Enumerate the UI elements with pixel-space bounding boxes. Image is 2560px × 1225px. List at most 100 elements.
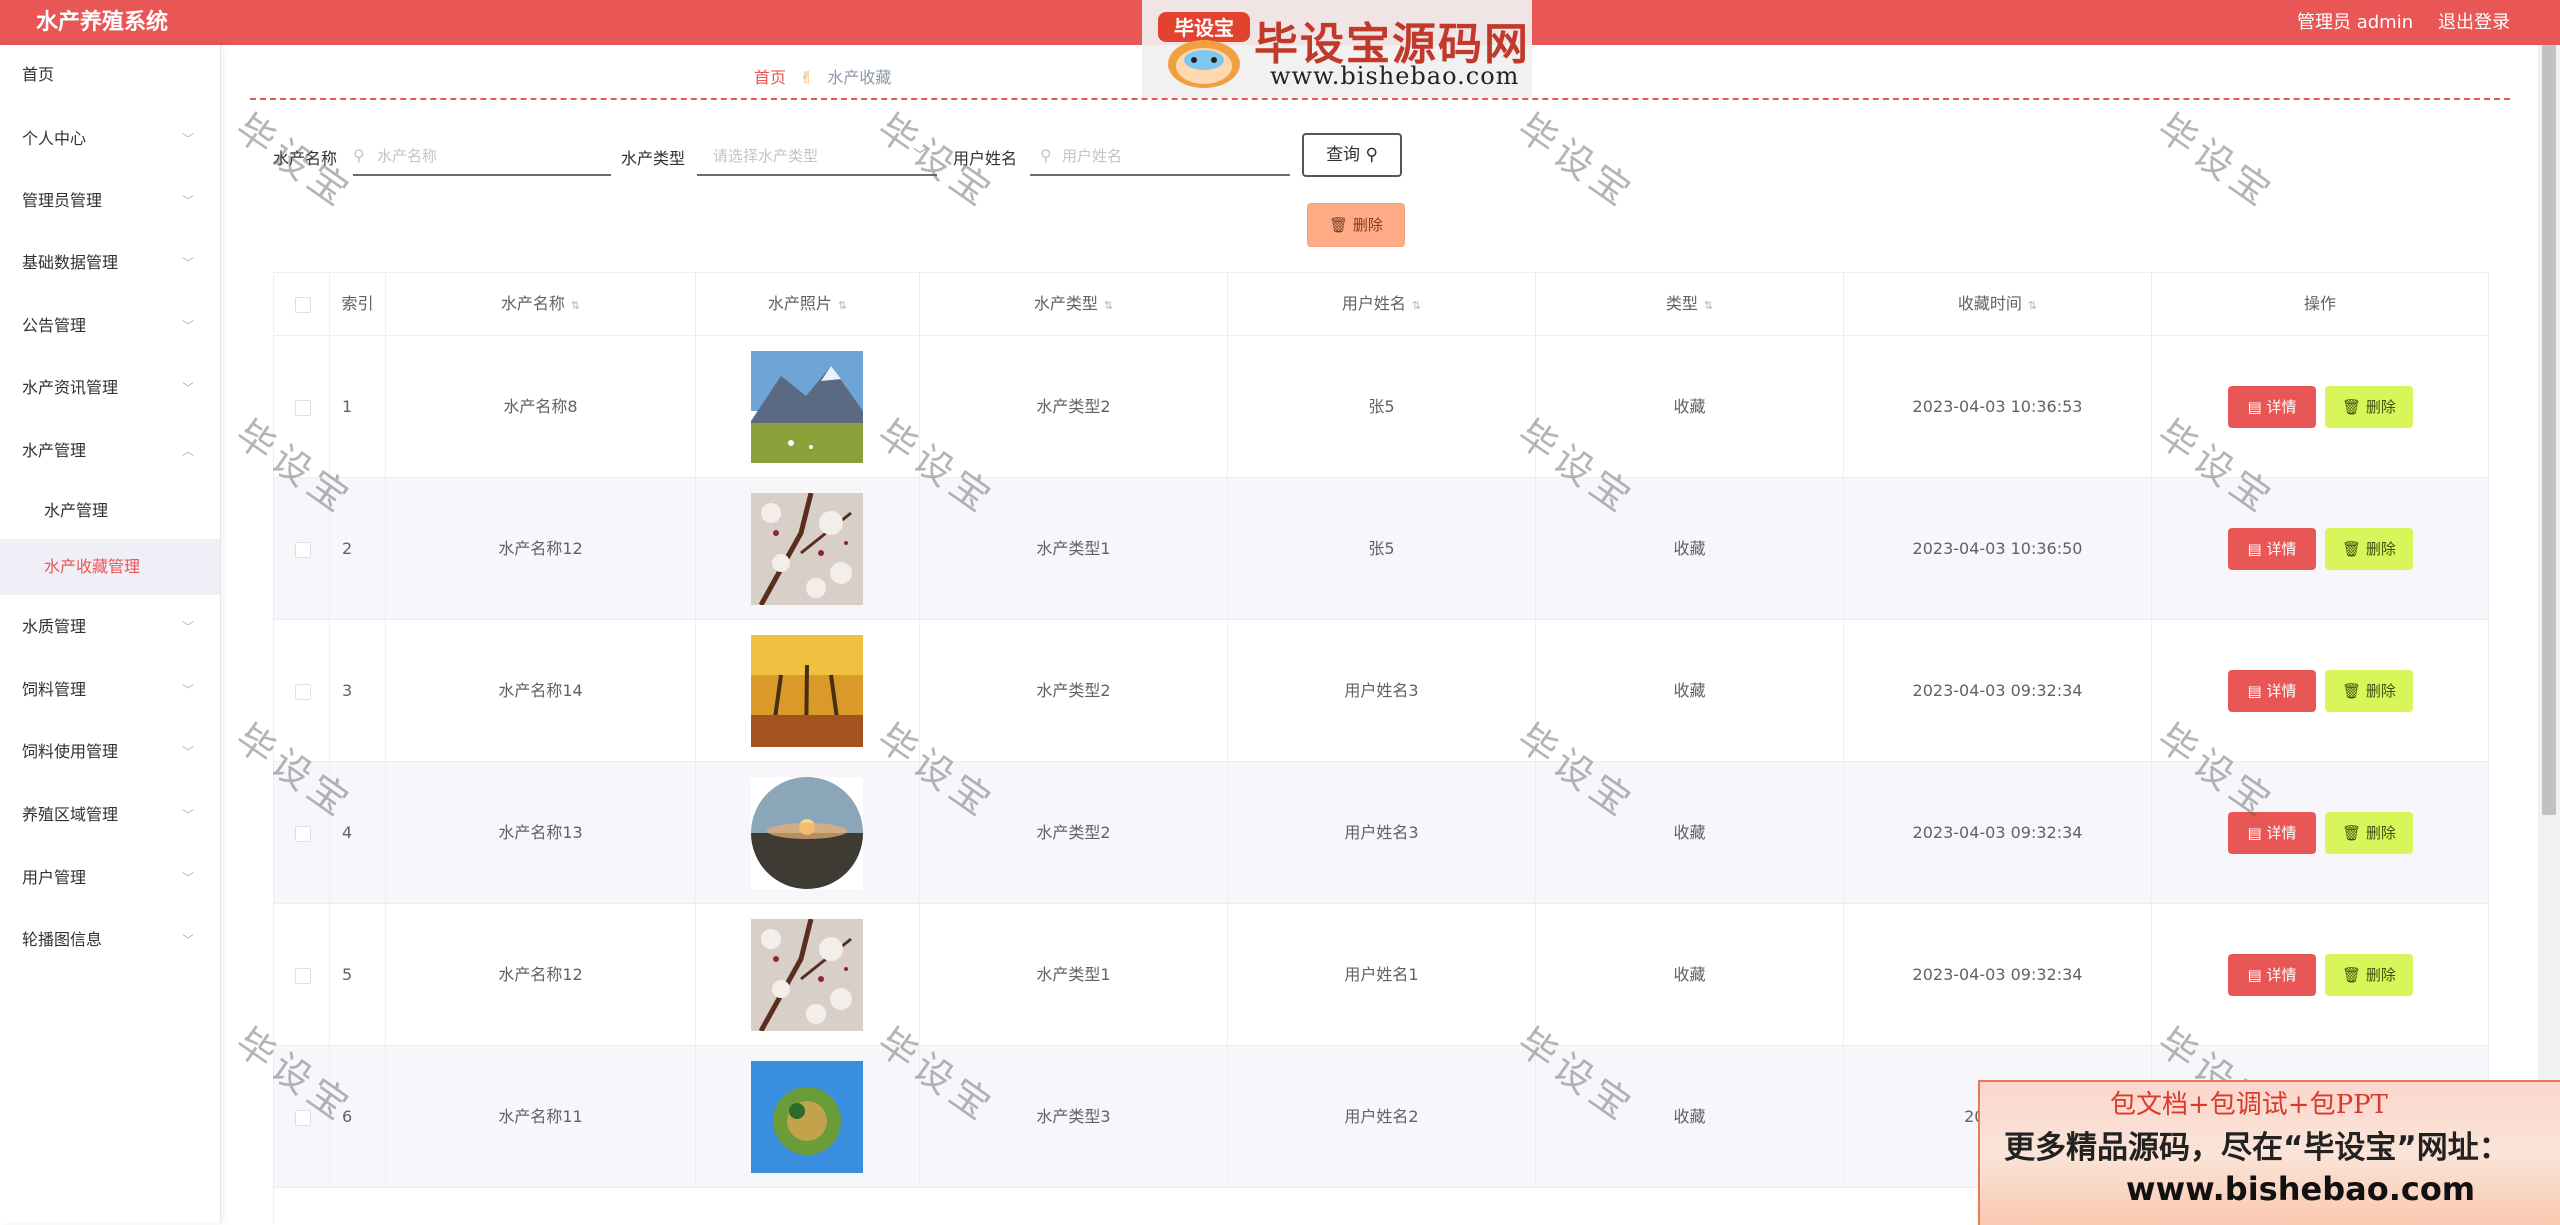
promo-banner: 包文档+包调试+包PPT 更多精品源码，尽在“毕设宝”网址： www.bishe… xyxy=(1978,1080,2560,1225)
user-search-input[interactable]: ⚲ 用户姓名 xyxy=(1030,138,1290,176)
row-index: 6 xyxy=(330,1046,386,1188)
chevron-down-icon: ﹀ xyxy=(913,148,927,164)
row-photo-image[interactable] xyxy=(751,351,863,463)
col-user[interactable]: 用户姓名 ⇅ xyxy=(1228,273,1536,335)
sidebar-item-admin[interactable]: 管理员管理 ﹀ xyxy=(0,181,220,221)
col-kind[interactable]: 类型 ⇅ xyxy=(1536,273,1844,335)
sidebar-item-feed-usage[interactable]: 饲料使用管理 ﹀ xyxy=(0,732,220,772)
detail-button[interactable]: ▤ 详情 xyxy=(2228,812,2316,854)
delete-button[interactable]: 🗑 删除 xyxy=(2325,670,2413,712)
sort-icon: ⇅ xyxy=(1411,299,1422,312)
row-checkbox[interactable] xyxy=(295,400,311,416)
sidebar-item-notice[interactable]: 公告管理 ﹀ xyxy=(0,306,220,346)
sidebar-item-news[interactable]: 水产资讯管理 ﹀ xyxy=(0,368,220,408)
col-name[interactable]: 水产名称 ⇅ xyxy=(386,273,696,335)
row-photo-image[interactable] xyxy=(751,777,863,889)
promo-line-3: www.bishebao.com xyxy=(2126,1170,2476,1208)
row-actions-cell xyxy=(2152,336,2489,478)
chevron-down-icon: ﹀ xyxy=(182,745,195,759)
hand-pointer-icon: ✌ xyxy=(800,68,814,87)
logout-link[interactable]: 退出登录 xyxy=(2438,0,2510,45)
sidebar-item-water-quality[interactable]: 水质管理 ﹀ xyxy=(0,607,220,647)
breadcrumb: 首页 ✌ 水产收藏 xyxy=(754,64,891,88)
watermark-text: 毕设宝 xyxy=(1509,105,1643,218)
row-photo-image[interactable] xyxy=(751,1061,863,1173)
detail-button[interactable]: ▤ 详情 xyxy=(2228,954,2316,996)
row-kind: 收藏 xyxy=(1536,478,1844,620)
current-user-label[interactable]: 管理员 admin xyxy=(2297,0,2413,45)
row-checkbox[interactable] xyxy=(295,968,311,984)
sidebar-subitem-aquatic-favorites[interactable]: 水产收藏管理 xyxy=(0,539,220,595)
sidebar-item-farm-area[interactable]: 养殖区域管理 ﹀ xyxy=(0,795,220,835)
row-name: 水产名称8 xyxy=(386,336,696,478)
row-name: 水产名称14 xyxy=(386,620,696,762)
row-photo-image[interactable] xyxy=(751,493,863,605)
trash-icon: 🗑 xyxy=(2342,398,2362,416)
select-all-cell xyxy=(274,273,330,335)
trash-icon: 🗑 xyxy=(2342,682,2362,700)
chevron-down-icon: ﹀ xyxy=(182,933,195,947)
select-all-checkbox[interactable] xyxy=(295,297,311,313)
search-icon: ⚲ xyxy=(1040,146,1052,165)
col-photo[interactable]: 水产照片 ⇅ xyxy=(696,273,920,335)
detail-button[interactable]: ▤ 详情 xyxy=(2228,670,2316,712)
sidebar-item-basic-data[interactable]: 基础数据管理 ﹀ xyxy=(0,243,220,283)
page-scrollbar-thumb[interactable] xyxy=(2542,45,2556,815)
sort-icon: ⇅ xyxy=(1703,299,1714,312)
sidebar-item-feed[interactable]: 饲料管理 ﹀ xyxy=(0,670,220,710)
type-select[interactable]: 请选择水产类型 ﹀ xyxy=(697,138,937,176)
row-photo-image[interactable] xyxy=(751,919,863,1031)
sidebar-item-carousel[interactable]: 轮播图信息 ﹀ xyxy=(0,920,220,960)
row-name: 水产名称13 xyxy=(386,762,696,904)
row-kind: 收藏 xyxy=(1536,762,1844,904)
row-type: 水产类型1 xyxy=(920,478,1228,620)
row-kind: 收藏 xyxy=(1536,336,1844,478)
sidebar-subitem-aquatic[interactable]: 水产管理 xyxy=(0,483,220,539)
row-checkbox[interactable] xyxy=(295,826,311,842)
name-search-input[interactable]: ⚲ 水产名称 xyxy=(353,138,611,176)
row-photo-image[interactable] xyxy=(751,635,863,747)
sidebar-item-users[interactable]: 用户管理 ﹀ xyxy=(0,858,220,898)
row-kind: 收藏 xyxy=(1536,1046,1844,1188)
delete-button[interactable]: 🗑 删除 xyxy=(2325,954,2413,996)
document-icon: ▤ xyxy=(2247,398,2262,416)
document-icon: ▤ xyxy=(2247,966,2262,984)
promo-line-1: 包文档+包调试+包PPT xyxy=(2110,1090,2388,1120)
col-time[interactable]: 收藏时间 ⇅ xyxy=(1844,273,2152,335)
row-user: 用户姓名2 xyxy=(1228,1046,1536,1188)
row-checkbox[interactable] xyxy=(295,684,311,700)
row-checkbox[interactable] xyxy=(295,542,311,558)
row-user: 用户姓名3 xyxy=(1228,762,1536,904)
sort-icon: ⇅ xyxy=(570,299,581,312)
row-type: 水产类型2 xyxy=(920,336,1228,478)
row-kind: 收藏 xyxy=(1536,620,1844,762)
row-user: 用户姓名1 xyxy=(1228,904,1536,1046)
row-name: 水产名称12 xyxy=(386,478,696,620)
row-index: 2 xyxy=(330,478,386,620)
sidebar-item-aquatic[interactable]: 水产管理 ︿ xyxy=(0,431,220,471)
detail-button[interactable]: ▤ 详情 xyxy=(2228,528,2316,570)
row-name: 水产名称11 xyxy=(386,1046,696,1188)
breadcrumb-current: 水产收藏 xyxy=(827,68,892,87)
batch-delete-button[interactable]: 🗑 删除 xyxy=(1307,203,1405,247)
detail-button[interactable]: ▤ 详情 xyxy=(2228,386,2316,428)
trash-icon: 🗑 xyxy=(1329,216,1349,234)
delete-button[interactable]: 🗑 删除 xyxy=(2325,386,2413,428)
row-select-cell xyxy=(274,904,330,1046)
sidebar-item-profile[interactable]: 个人中心 ﹀ xyxy=(0,119,220,159)
col-type[interactable]: 水产类型 ⇅ xyxy=(920,273,1228,335)
row-index: 4 xyxy=(330,762,386,904)
row-time: 2023-04-03 09:32:34 xyxy=(1844,904,2152,1046)
row-type: 水产类型2 xyxy=(920,762,1228,904)
breadcrumb-divider xyxy=(250,98,2510,100)
row-select-cell xyxy=(274,620,330,762)
row-user: 张5 xyxy=(1228,336,1536,478)
sidebar-item-home[interactable]: 首页 xyxy=(0,55,220,95)
query-button[interactable]: 查询 ⚲ xyxy=(1302,133,1402,177)
breadcrumb-home[interactable]: 首页 xyxy=(754,68,786,87)
row-checkbox[interactable] xyxy=(295,1110,311,1126)
table-row: 1 水产名称8 水产类型2 张5 收藏 2023-04-03 10:36:53 ▤ 详情 🗑 … xyxy=(274,336,2489,478)
table-row: 3 水产名称14 水产类型2 用户姓名3 收藏 2023-04-03 09:32:34 ▤ … xyxy=(274,620,2489,762)
delete-button[interactable]: 🗑 删除 xyxy=(2325,528,2413,570)
delete-button[interactable]: 🗑 删除 xyxy=(2325,812,2413,854)
